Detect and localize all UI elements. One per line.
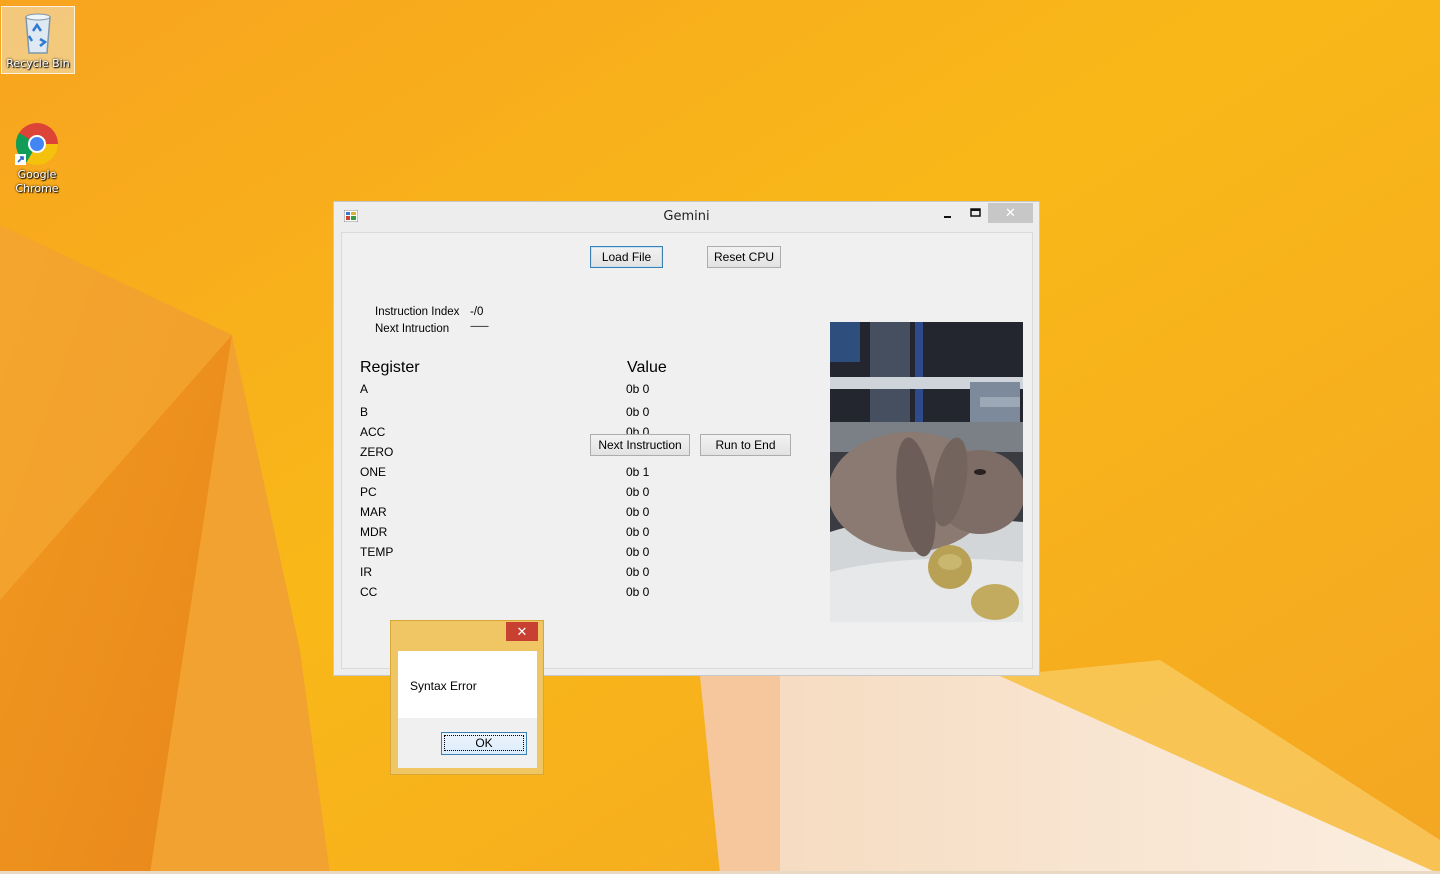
- register-row: A 0b 0: [360, 382, 660, 398]
- dialog-message-area: Syntax Error: [398, 651, 537, 718]
- next-instruction-button[interactable]: Next Instruction: [590, 434, 690, 456]
- load-file-button[interactable]: Load File: [590, 246, 663, 268]
- register-name: MDR: [360, 525, 388, 539]
- syntax-error-dialog: ✕ Syntax Error OK: [390, 620, 544, 775]
- register-name: ACC: [360, 425, 386, 439]
- maximize-button[interactable]: [962, 203, 988, 223]
- google-chrome-shortcut[interactable]: Google Chrome: [1, 118, 73, 196]
- register-row: ONE 0b 1: [360, 465, 660, 481]
- instruction-index-label: Instruction Index: [375, 306, 460, 318]
- dialog-message: Syntax Error: [410, 679, 477, 693]
- recycle-bin-label: Recycle Bin: [6, 57, 70, 70]
- close-icon: ✕: [516, 624, 528, 639]
- register-name: A: [360, 382, 369, 396]
- value-column-header: Value: [627, 359, 667, 376]
- next-instruction-label: Next Intruction: [375, 323, 450, 335]
- register-value: 0b 0: [626, 525, 650, 539]
- dialog-close-button[interactable]: ✕: [506, 622, 538, 641]
- google-chrome-label: Google Chrome: [15, 168, 59, 195]
- register-row: MDR 0b 0: [360, 525, 660, 541]
- recycle-bin-icon: [14, 9, 62, 57]
- register-row: TEMP 0b 0: [360, 545, 660, 561]
- close-icon: ✕: [1005, 205, 1016, 220]
- minimize-button[interactable]: [934, 203, 962, 223]
- register-row: MAR 0b 0: [360, 505, 660, 521]
- register-column-header: Register: [360, 359, 420, 376]
- next-instruction-value: ---------: [470, 321, 489, 331]
- ok-button[interactable]: OK: [441, 732, 527, 755]
- register-value: 0b 0: [626, 485, 650, 499]
- register-value: 0b 0: [626, 565, 650, 579]
- gemini-window: Gemini ✕ Load File Reset CPU Instruction…: [333, 201, 1040, 676]
- register-value: 0b 0: [626, 405, 650, 419]
- register-name: CC: [360, 585, 378, 599]
- register-row: PC 0b 0: [360, 485, 660, 501]
- register-name: ONE: [360, 465, 387, 479]
- recycle-bin-shortcut[interactable]: Recycle Bin: [1, 6, 75, 74]
- register-value: 0b 0: [626, 585, 650, 599]
- title-bar[interactable]: Gemini ✕: [334, 202, 1039, 232]
- client-area: Load File Reset CPU Instruction Index -/…: [341, 232, 1033, 669]
- register-name: B: [360, 405, 369, 419]
- register-name: ZERO: [360, 445, 394, 459]
- register-value: 0b 0: [626, 382, 650, 396]
- dialog-body: Syntax Error OK: [398, 651, 537, 768]
- instruction-index-value: -/0: [470, 306, 484, 318]
- register-name: IR: [360, 565, 372, 579]
- register-name: TEMP: [360, 545, 394, 559]
- close-button[interactable]: ✕: [988, 203, 1033, 223]
- register-value: 0b 0: [626, 505, 650, 519]
- register-row: B 0b 0: [360, 405, 660, 421]
- chrome-icon: [13, 120, 61, 168]
- register-value: 0b 1: [626, 465, 650, 479]
- rabbit-photo: [830, 322, 1023, 622]
- register-name: PC: [360, 485, 377, 499]
- ok-label: OK: [444, 735, 524, 751]
- register-value: 0b 0: [626, 545, 650, 559]
- run-to-end-button[interactable]: Run to End: [700, 434, 791, 456]
- register-row: IR 0b 0: [360, 565, 660, 581]
- register-name: MAR: [360, 505, 387, 519]
- register-row: CC 0b 0: [360, 585, 660, 601]
- reset-cpu-button[interactable]: Reset CPU: [707, 246, 781, 268]
